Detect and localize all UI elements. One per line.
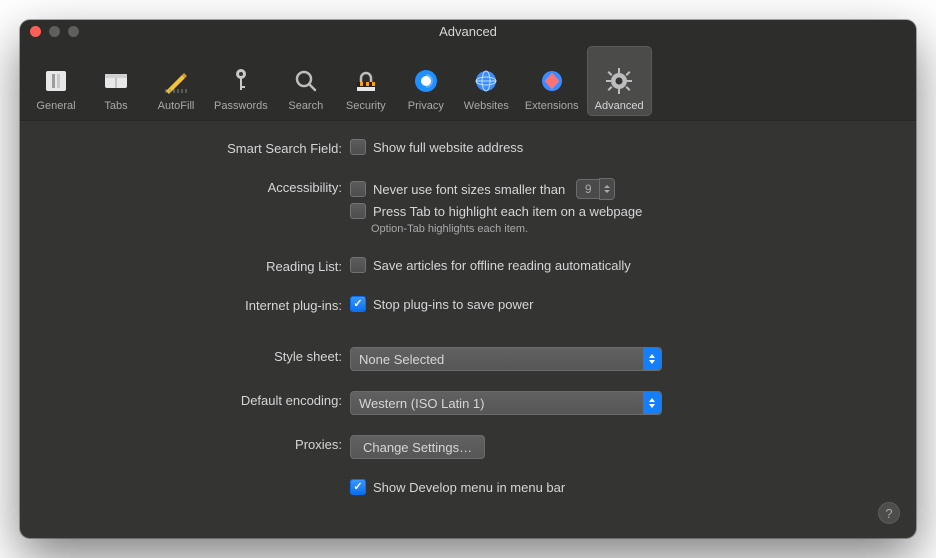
press-tab-hint: Option-Tab highlights each item. <box>350 223 642 235</box>
checkbox-icon <box>350 257 366 273</box>
help-label: ? <box>885 506 892 521</box>
offline-reading-checkbox[interactable]: Save articles for offline reading automa… <box>350 257 631 273</box>
checkbox-label: Show Develop menu in menu bar <box>373 480 565 495</box>
tabs-icon <box>101 66 131 96</box>
tab-tabs[interactable]: Tabs <box>86 46 146 116</box>
autofill-icon <box>161 66 191 96</box>
stepper-icon[interactable] <box>599 178 615 200</box>
tab-autofill[interactable]: AutoFill <box>146 46 206 116</box>
encoding-popup[interactable]: Western (ISO Latin 1) <box>350 391 662 415</box>
encoding-value: Western (ISO Latin 1) <box>359 396 484 411</box>
tab-advanced[interactable]: Advanced <box>587 46 652 116</box>
checkbox-label: Show full website address <box>373 140 523 155</box>
traffic-lights <box>30 26 79 37</box>
close-window-button[interactable] <box>30 26 41 37</box>
checkbox-icon <box>350 296 366 312</box>
checkbox-icon <box>350 203 366 219</box>
min-font-size-checkbox[interactable]: Never use font sizes smaller than <box>373 182 565 197</box>
checkbox-label: Press Tab to highlight each item on a we… <box>373 204 642 219</box>
tab-label: Advanced <box>595 100 644 112</box>
accessibility-label: Accessibility: <box>20 178 350 195</box>
chevron-up-down-icon <box>643 348 661 370</box>
titlebar: Advanced <box>20 20 916 42</box>
checkbox-label: Save articles for offline reading automa… <box>373 258 631 273</box>
preferences-toolbar: General Tabs AutoFill Passwords <box>20 42 916 121</box>
checkbox-icon <box>350 139 366 155</box>
stylesheet-popup[interactable]: None Selected <box>350 347 662 371</box>
general-icon <box>41 66 71 96</box>
reading-list-label: Reading List: <box>20 257 350 274</box>
show-develop-menu-checkbox[interactable]: Show Develop menu in menu bar <box>350 479 565 495</box>
preferences-window: Advanced General Tabs AutoFill <box>20 20 916 538</box>
tab-security[interactable]: Security <box>336 46 396 116</box>
gear-icon <box>604 66 634 96</box>
encoding-label: Default encoding: <box>20 391 350 408</box>
tab-label: Websites <box>464 100 509 112</box>
privacy-icon <box>411 66 441 96</box>
tab-label: Security <box>346 100 386 112</box>
help-button[interactable]: ? <box>878 502 900 524</box>
tab-general[interactable]: General <box>26 46 86 116</box>
tab-passwords[interactable]: Passwords <box>206 46 276 116</box>
checkbox-label: Never use font sizes smaller than <box>373 182 565 197</box>
show-full-address-checkbox[interactable]: Show full website address <box>350 139 523 155</box>
minimize-window-button[interactable] <box>49 26 60 37</box>
tab-label: Passwords <box>214 100 268 112</box>
tab-label: AutoFill <box>158 100 195 112</box>
advanced-pane: Smart Search Field: Show full website ad… <box>20 121 916 538</box>
min-font-size-value: 9 <box>576 179 599 199</box>
globe-icon <box>471 66 501 96</box>
tab-label: Extensions <box>525 100 579 112</box>
stylesheet-value: None Selected <box>359 352 444 367</box>
checkbox-icon <box>350 479 366 495</box>
tab-label: Tabs <box>104 100 127 112</box>
extensions-icon <box>537 66 567 96</box>
key-icon <box>226 66 256 96</box>
stylesheet-label: Style sheet: <box>20 347 350 364</box>
smart-search-label: Smart Search Field: <box>20 139 350 156</box>
chevron-up-down-icon <box>643 392 661 414</box>
security-icon <box>351 66 381 96</box>
proxies-label: Proxies: <box>20 435 350 452</box>
tab-privacy[interactable]: Privacy <box>396 46 456 116</box>
tab-search[interactable]: Search <box>276 46 336 116</box>
search-icon <box>291 66 321 96</box>
change-proxies-button[interactable]: Change Settings… <box>350 435 485 459</box>
stop-plugins-checkbox[interactable]: Stop plug-ins to save power <box>350 296 533 312</box>
min-font-size-field[interactable]: 9 <box>576 178 615 200</box>
tab-websites[interactable]: Websites <box>456 46 517 116</box>
window-title: Advanced <box>439 24 497 39</box>
press-tab-checkbox[interactable]: Press Tab to highlight each item on a we… <box>350 203 642 219</box>
tab-label: Search <box>288 100 323 112</box>
checkbox-label: Stop plug-ins to save power <box>373 297 533 312</box>
zoom-window-button[interactable] <box>68 26 79 37</box>
tab-label: General <box>36 100 75 112</box>
plugins-label: Internet plug-ins: <box>20 296 350 313</box>
tab-label: Privacy <box>408 100 444 112</box>
checkbox-icon <box>350 181 366 197</box>
button-label: Change Settings… <box>363 440 472 455</box>
tab-extensions[interactable]: Extensions <box>517 46 587 116</box>
